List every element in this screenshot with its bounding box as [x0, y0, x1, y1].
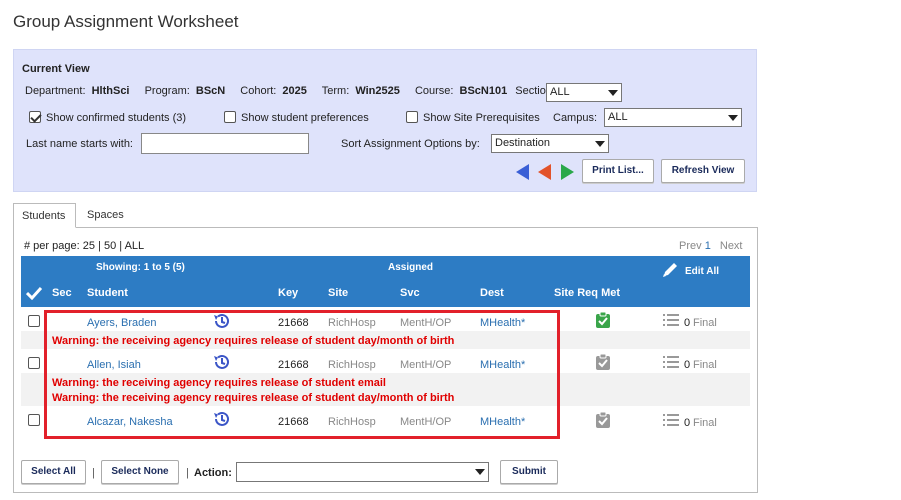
current-view-heading: Current View: [22, 63, 90, 75]
showing-count: Showing: 1 to 5 (5): [96, 262, 185, 273]
lastname-input[interactable]: [141, 133, 309, 154]
refresh-view-button[interactable]: Refresh View: [661, 159, 745, 183]
row-1-status: Final: [693, 317, 717, 329]
sort-label: Sort Assignment Options by:: [341, 138, 480, 150]
action-separator: |: [186, 467, 189, 479]
course-label: Course:: [414, 85, 454, 97]
cohort-value: 2025: [282, 85, 307, 97]
action-label: Action:: [194, 467, 232, 479]
edit-icon[interactable]: [662, 262, 680, 281]
row-1-count: 0: [684, 317, 691, 329]
list-icon[interactable]: [663, 413, 679, 430]
col-key[interactable]: Key: [278, 287, 298, 299]
show-prereq-checkbox[interactable]: [406, 111, 418, 123]
select-none-button[interactable]: Select None: [101, 460, 179, 484]
section-select-value: ALL: [550, 86, 570, 98]
row-2-checkbox[interactable]: [28, 357, 40, 369]
show-preferences-checkbox[interactable]: [224, 111, 236, 123]
col-svc[interactable]: Svc: [400, 287, 420, 299]
per-page-separator: |: [98, 240, 101, 252]
select-all-button[interactable]: Select All: [21, 460, 86, 484]
section-select[interactable]: ALL: [546, 83, 622, 102]
tab-strip: Students Spaces: [13, 203, 757, 228]
show-confirmed-label: Show confirmed students (3): [46, 112, 187, 124]
sort-select[interactable]: Destination: [491, 134, 609, 153]
row-2-count: 0: [684, 359, 691, 371]
col-site-req-met: Site Req Met: [554, 287, 621, 299]
page-1-link[interactable]: 1: [705, 240, 711, 252]
row-2-status: Final: [693, 359, 717, 371]
clipboard-check-icon[interactable]: [596, 311, 610, 331]
show-prereq-label: Show Site Prerequisites: [423, 112, 540, 124]
campus-label: Campus:: [553, 112, 598, 124]
per-page-label: # per page:: [24, 240, 80, 252]
course-value: BScN101: [459, 85, 508, 97]
previous-arrow-icon[interactable]: [516, 164, 529, 180]
per-page-separator: |: [119, 240, 123, 252]
context-row: Department: HlthSci Program: BScN Cohort…: [25, 85, 558, 97]
per-page-25[interactable]: 25: [83, 240, 95, 252]
page-title: Group Assignment Worksheet: [13, 12, 239, 31]
row-3-status: Final: [693, 417, 717, 429]
per-page-all[interactable]: ALL: [125, 240, 145, 252]
term-value: Win2525: [355, 85, 400, 97]
row-3-checkbox[interactable]: [28, 414, 40, 426]
chevron-down-icon: [728, 115, 738, 121]
tab-students[interactable]: Students: [13, 203, 76, 228]
assigned-header: Assigned: [388, 262, 434, 273]
footer-separator: |: [92, 467, 95, 479]
per-page-control: # per page: 25 | 50 | ALL: [24, 240, 144, 252]
tab-spaces[interactable]: Spaces: [79, 203, 132, 228]
back-arrow-icon[interactable]: [538, 164, 551, 180]
col-dest[interactable]: Dest: [480, 287, 504, 299]
program-value: BScN: [195, 85, 226, 97]
clipboard-check-icon[interactable]: [596, 353, 610, 373]
sort-select-value: Destination: [495, 137, 551, 149]
submit-button[interactable]: Submit: [500, 460, 558, 484]
action-select[interactable]: [236, 462, 489, 482]
lastname-label: Last name starts with:: [26, 138, 133, 150]
term-label: Term:: [321, 85, 350, 97]
show-confirmed-checkbox[interactable]: [29, 111, 41, 123]
chevron-down-icon: [595, 141, 605, 147]
prev-link[interactable]: Prev: [679, 240, 702, 252]
list-icon[interactable]: [663, 313, 679, 330]
department-value: HlthSci: [91, 85, 130, 97]
table-header: Showing: 1 to 5 (5) Assigned Edit All Se…: [21, 256, 750, 307]
program-label: Program:: [144, 85, 190, 97]
campus-select[interactable]: ALL: [604, 108, 742, 127]
show-preferences-label: Show student preferences: [241, 112, 369, 124]
select-all-check-icon[interactable]: [25, 286, 43, 303]
next-arrow-icon[interactable]: [561, 164, 574, 180]
chevron-down-icon: [608, 90, 618, 96]
next-link[interactable]: Next: [720, 240, 743, 252]
row-1-checkbox[interactable]: [28, 315, 40, 327]
highlight-box: [44, 310, 560, 439]
col-sec: Sec: [52, 287, 72, 299]
cohort-label: Cohort:: [240, 85, 277, 97]
pager: Prev 1 Next: [679, 240, 743, 252]
current-view-panel: Current View Department: HlthSci Program…: [13, 49, 757, 192]
department-label: Department:: [25, 85, 86, 97]
col-site[interactable]: Site: [328, 287, 348, 299]
col-student[interactable]: Student: [87, 287, 128, 299]
clipboard-check-icon[interactable]: [596, 411, 610, 431]
list-icon[interactable]: [663, 355, 679, 372]
campus-select-value: ALL: [608, 111, 628, 123]
edit-all-link[interactable]: Edit All: [685, 266, 719, 277]
chevron-down-icon: [475, 469, 485, 475]
per-page-50[interactable]: 50: [104, 240, 116, 252]
print-list-button[interactable]: Print List...: [582, 159, 654, 183]
row-3-count: 0: [684, 417, 691, 429]
